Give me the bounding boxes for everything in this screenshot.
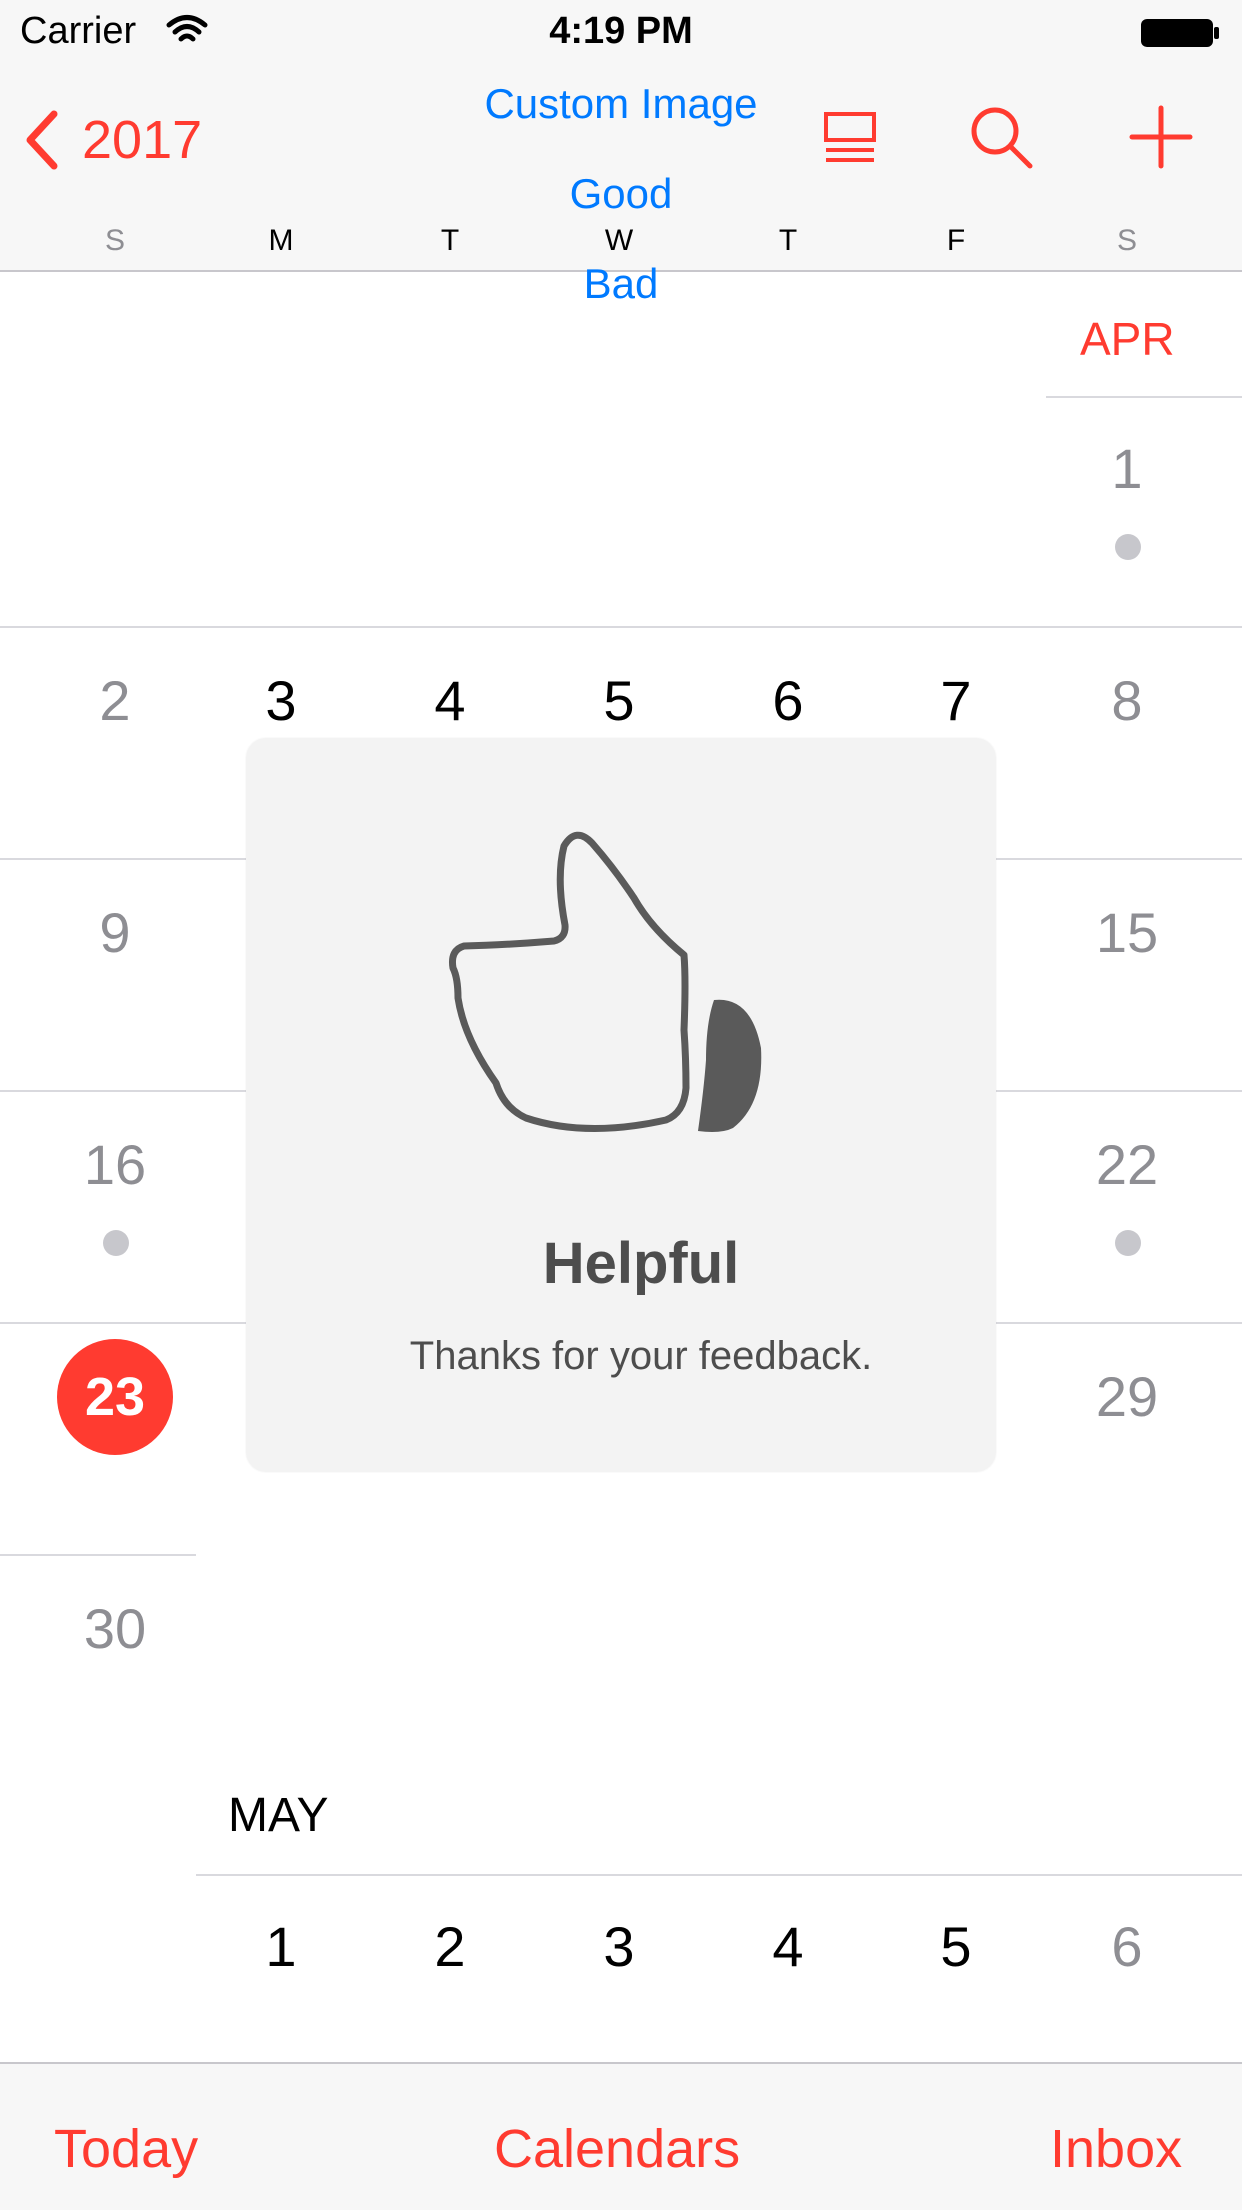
weekday-sat: S [1116, 224, 1137, 257]
menu-option-bad[interactable]: Bad [0, 260, 1242, 308]
day-may-3[interactable]: 3 [569, 1914, 669, 1979]
day-apr-1[interactable]: 1 [1077, 436, 1177, 501]
tab-today[interactable]: Today [54, 2118, 198, 2180]
day-apr-23-today[interactable]: 23 [57, 1339, 173, 1455]
day-apr-2[interactable]: 2 [65, 668, 165, 733]
feedback-hud: Helpful Thanks for your feedback. [246, 738, 996, 1472]
thumbs-up-icon [449, 831, 762, 1132]
add-icon[interactable] [1128, 104, 1194, 170]
hud-message: Thanks for your feedback. [409, 1334, 873, 1378]
day-apr-6[interactable]: 6 [738, 668, 838, 733]
divider [196, 1874, 1242, 1876]
event-dot [1115, 1230, 1141, 1256]
divider [0, 626, 1242, 628]
day-may-1[interactable]: 1 [231, 1914, 331, 1979]
day-may-2[interactable]: 2 [400, 1914, 500, 1979]
weekday-sun: S [104, 224, 125, 257]
day-apr-3[interactable]: 3 [231, 668, 331, 733]
day-may-6[interactable]: 6 [1077, 1914, 1177, 1979]
event-dot [1115, 534, 1141, 560]
day-may-5[interactable]: 5 [906, 1914, 1006, 1979]
day-apr-8[interactable]: 8 [1077, 668, 1177, 733]
day-may-4[interactable]: 4 [738, 1914, 838, 1979]
tab-calendars[interactable]: Calendars [494, 2118, 740, 2180]
day-apr-16[interactable]: 16 [65, 1132, 165, 1197]
menu-option-good[interactable]: Good [0, 170, 1242, 218]
month-label-april: APR [1080, 313, 1175, 365]
list-view-icon[interactable] [822, 110, 878, 166]
tab-bar: Today Calendars Inbox [0, 2062, 1242, 2210]
divider [0, 1554, 196, 1556]
hud-title: Helpful [542, 1231, 740, 1296]
status-time: 4:19 PM [549, 10, 693, 52]
divider [1046, 396, 1242, 398]
day-apr-4[interactable]: 4 [400, 668, 500, 733]
day-apr-22[interactable]: 22 [1077, 1132, 1177, 1197]
day-apr-7[interactable]: 7 [906, 668, 1006, 733]
day-apr-30[interactable]: 30 [65, 1596, 165, 1661]
menu-option-custom-image[interactable]: Custom Image [0, 80, 1242, 128]
day-apr-29[interactable]: 29 [1077, 1364, 1177, 1429]
day-apr-15[interactable]: 15 [1077, 900, 1177, 965]
tab-inbox[interactable]: Inbox [1050, 2118, 1182, 2180]
weekday-fri: F [946, 224, 966, 257]
event-dot [103, 1230, 129, 1256]
weekday-mon: M [268, 224, 294, 257]
day-apr-5[interactable]: 5 [569, 668, 669, 733]
weekday-thu: T [778, 224, 798, 257]
weekday-wed: W [604, 224, 634, 257]
battery-icon [1141, 19, 1219, 47]
search-icon[interactable] [968, 104, 1034, 170]
month-label-may: MAY [228, 1789, 329, 1842]
weekday-tue: T [440, 224, 460, 257]
day-apr-9[interactable]: 9 [65, 900, 165, 965]
